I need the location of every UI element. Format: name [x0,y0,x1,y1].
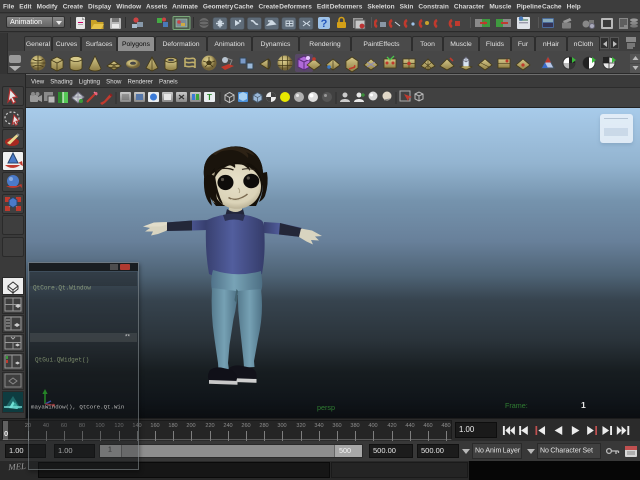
svg-text:?: ? [321,18,328,30]
svg-text:T: T [207,93,212,102]
